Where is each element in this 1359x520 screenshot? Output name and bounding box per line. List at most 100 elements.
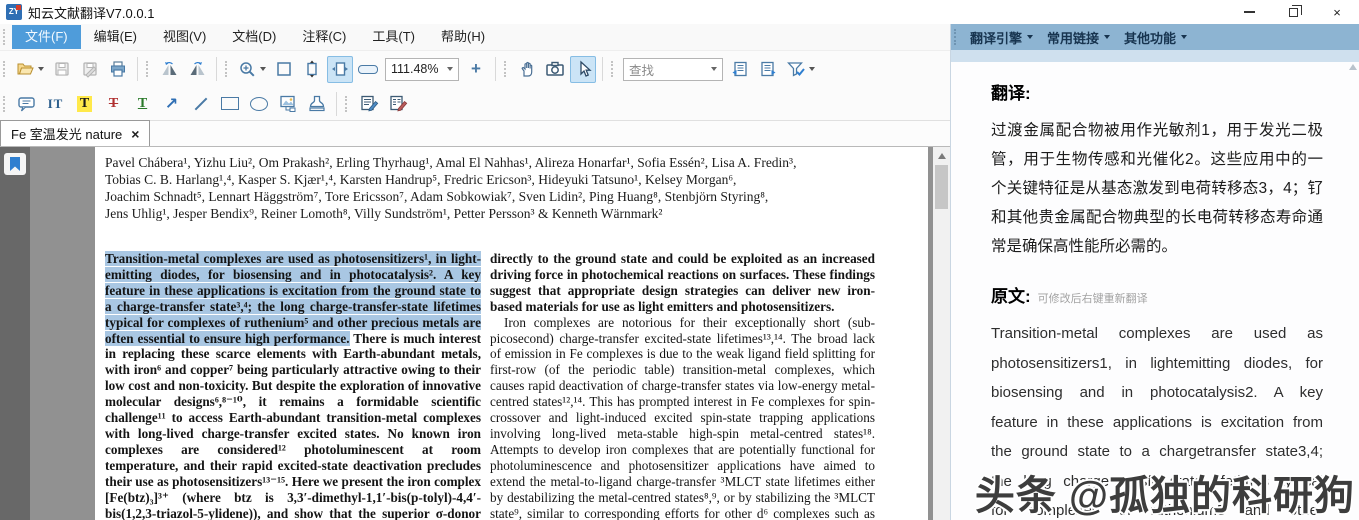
menu-common-links[interactable]: 常用链接 [1047,28,1110,47]
zoom-in-button[interactable]: + [463,56,489,83]
rectangle-tool-button[interactable] [217,91,242,116]
app-logo-text: ZY [9,7,19,16]
find-previous-icon [731,60,749,78]
fit-width-icon [303,60,321,78]
save-button[interactable] [49,56,75,83]
author-line: Tobias C. B. Harlang¹,⁴, Kasper S. Kjær¹… [105,171,880,188]
underline-icon: T [138,96,147,112]
panel-body: 翻译: 过渡金属配合物被用作光敏剂1，用于发光二极管，用于生物传感和光催化2。这… [951,62,1359,520]
stamp-tool-button[interactable] [304,91,329,116]
rotate-right-icon [188,60,207,78]
document-scrollbar[interactable] [933,147,950,520]
snapshot-button[interactable] [542,56,568,83]
text-select-tool-button[interactable]: IT [43,91,68,116]
chevron-down-icon [447,67,453,71]
sidebar [0,147,30,520]
zoom-level-value: 111.48% [391,62,439,76]
document-tab[interactable]: Fe 室温发光 nature × [0,120,150,146]
panel-scrollbar[interactable] [1346,62,1359,520]
toolbar-grip [611,61,615,77]
annotation-list-button[interactable] [356,91,381,116]
original-hint: 可修改后右键重新翻译 [1038,290,1148,306]
pdf-page[interactable]: Pavel Chábera¹, Yizhu Liu², Om Prakash²,… [95,147,928,520]
menu-bar: 文件(F) 编辑(E) 视图(V) 文档(D) 注释(C) 工具(T) 帮助(H… [0,24,950,50]
hand-tool-button[interactable] [514,56,540,83]
menu-view[interactable]: 视图(V) [150,25,219,49]
image-icon [278,94,298,113]
fit-page-icon [275,60,293,78]
window-title: 知云文献翻译V7.0.0.1 [28,3,154,22]
panel-header-strip [951,50,1359,62]
zoom-tool-button[interactable] [235,56,269,83]
fit-page-button[interactable] [271,56,297,83]
separator [216,57,217,81]
toolbar-grip [146,61,150,77]
toolbar-grip [3,29,7,45]
abstract-columns: Transition-metal complexes are used as p… [105,251,928,520]
bookmark-icon [10,157,20,171]
tab-bar: Fe 室温发光 nature × [0,121,950,147]
window-controls: × [1227,0,1359,24]
printer-icon [109,60,127,78]
menu-document[interactable]: 文档(D) [219,25,289,49]
funnel-check-icon [786,60,806,78]
restore-icon[interactable] [1271,0,1315,24]
menu-annotate[interactable]: 注释(C) [289,25,359,49]
app-logo-icon: ZY [6,4,22,20]
comment-tool-button[interactable] [14,91,39,116]
arrow-tool-button[interactable]: ↗ [159,91,184,116]
rotate-left-button[interactable] [156,56,182,83]
print-button[interactable] [105,56,131,83]
fit-visible-button[interactable] [327,56,353,83]
separator [602,57,603,81]
scroll-up-icon[interactable] [938,153,946,159]
highlight-tool-button[interactable]: T [72,91,97,116]
body-text: Iron complexes are notorious for their e… [490,315,875,520]
find-next-button[interactable] [755,56,781,83]
original-text[interactable]: Transition-metal complexes are used as p… [991,319,1323,520]
select-tool-button[interactable] [570,56,596,83]
toolbar-grip [504,61,508,77]
zoom-out-button[interactable] [355,56,381,83]
menu-other-functions[interactable]: 其他功能 [1124,28,1187,47]
fit-visible-icon [331,60,349,78]
original-header: 原文: 可修改后右键重新翻译 [991,287,1359,307]
highlight-icon: T [77,96,92,112]
translation-text[interactable]: 过渡金属配合物被用作光敏剂1，用于发光二极管，用于生物传感和光催化2。这些应用中… [991,116,1323,261]
minimize-icon[interactable] [1227,0,1271,24]
abstract-right-column: directly to the ground state and could b… [490,251,875,520]
menu-translation-engine[interactable]: 翻译引擎 [970,28,1033,47]
zoom-level-select[interactable]: 111.48% [385,58,459,81]
open-file-button[interactable] [13,56,47,83]
magnifier-plus-icon [238,60,257,79]
author-list: Pavel Chábera¹, Yizhu Liu², Om Prakash²,… [105,154,880,222]
image-stamp-tool-button[interactable] [275,91,300,116]
ellipse-tool-button[interactable] [246,91,271,116]
find-previous-button[interactable] [727,56,753,83]
strikeout-tool-button[interactable]: T [101,91,126,116]
find-input[interactable]: 查找 [623,58,723,81]
menu-tools[interactable]: 工具(T) [359,25,428,49]
tab-close-icon[interactable]: × [131,126,139,142]
close-icon[interactable]: × [1315,0,1359,24]
scroll-up-icon[interactable] [1349,64,1357,70]
underline-tool-button[interactable]: T [130,91,155,116]
menu-help[interactable]: 帮助(H) [428,25,498,49]
line-tool-button[interactable] [188,91,213,116]
scrollbar-thumb[interactable] [935,165,948,209]
bookmarks-panel-button[interactable] [4,153,26,175]
menu-file[interactable]: 文件(F) [12,25,81,49]
form-pencil-icon [388,94,408,113]
save-as-button[interactable] [77,56,103,83]
annotation-toolbar: IT T T T ↗ [0,87,950,121]
menu-label: 其他功能 [1124,28,1176,47]
toolbar-grip [345,96,349,112]
rotate-right-button[interactable] [184,56,210,83]
menu-edit[interactable]: 编辑(E) [81,25,150,49]
original-label: 原文: [991,287,1031,307]
chevron-down-icon [1104,35,1110,39]
annotation-manage-button[interactable] [385,91,410,116]
search-highlight-button[interactable] [783,56,818,83]
stamp-icon [307,94,327,113]
fit-width-button[interactable] [299,56,325,83]
